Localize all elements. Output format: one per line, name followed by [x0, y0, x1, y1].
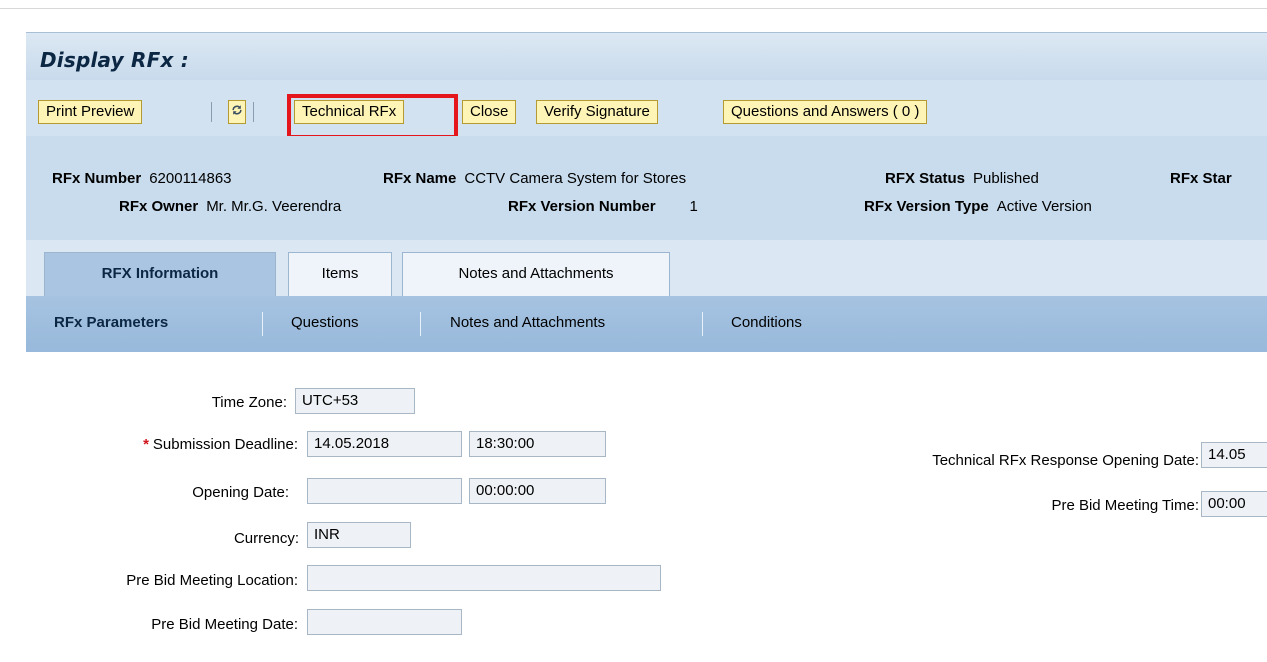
rfx-status: RFX Status Published — [885, 170, 1039, 187]
time-zone-field[interactable]: UTC+53 — [295, 388, 415, 414]
pre-bid-meeting-date-field[interactable] — [307, 609, 462, 635]
pre-bid-meeting-location-label: Pre Bid Meeting Location: — [126, 572, 298, 589]
currency-label: Currency: — [233, 530, 299, 547]
rfx-parameters-form: Time Zone: UTC+53 * Submission Deadline: … — [26, 352, 1267, 662]
pre-bid-meeting-time-label: Pre Bid Meeting Time: — [1051, 497, 1199, 514]
rfx-number-label: RFx Number — [52, 170, 142, 187]
toolbar-separator — [253, 102, 254, 122]
subnav-notes-and-attachments[interactable]: Notes and Attachments — [450, 314, 605, 331]
opening-date-field[interactable] — [307, 478, 462, 504]
subnav-questions[interactable]: Questions — [291, 314, 359, 331]
questions-and-answers-button[interactable]: Questions and Answers ( 0 ) — [723, 100, 928, 124]
rfx-version-type: RFx Version Type Active Version — [864, 198, 1092, 215]
rfx-owner-value: Mr. Mr.G. Veerendra — [206, 198, 342, 215]
rfx-start-label: RFx Star — [1170, 170, 1232, 187]
top-divider — [0, 8, 1267, 9]
submission-deadline-time-field[interactable]: 18:30:00 — [469, 431, 606, 457]
time-zone-label: Time Zone: — [211, 394, 287, 411]
currency-field[interactable]: INR — [307, 522, 411, 548]
rfx-status-label: RFX Status — [885, 170, 966, 187]
rfx-version-number-value: 1 — [689, 198, 698, 215]
rfx-start: RFx Star — [1170, 170, 1240, 187]
rfx-version-type-label: RFx Version Type — [864, 198, 989, 215]
submission-deadline-label: * Submission Deadline: — [26, 436, 298, 453]
rfx-name-label: RFx Name — [383, 170, 457, 187]
subnav-conditions[interactable]: Conditions — [731, 314, 802, 331]
technical-rfx-response-opening-date-field[interactable]: 14.05 — [1201, 442, 1267, 468]
rfx-number-value: 6200114863 — [149, 170, 232, 187]
rfx-header-panel: RFx Number 6200114863 RFx Name CCTV Camera… — [26, 136, 1267, 240]
submission-deadline-label-text: Submission Deadline: — [152, 436, 298, 453]
refresh-icon — [232, 105, 242, 115]
rfx-name: RFx Name CCTV Camera System for Stores — [383, 170, 686, 187]
page-title: Display RFx : — [40, 48, 189, 72]
subnav-separator — [420, 312, 421, 336]
submission-deadline-date-field[interactable]: 14.05.2018 — [307, 431, 462, 457]
refresh-button[interactable] — [228, 100, 246, 124]
pre-bid-meeting-date-label: Pre Bid Meeting Date: — [151, 616, 298, 633]
tab-notes-and-attachments[interactable]: Notes and Attachments — [402, 252, 670, 296]
title-bar: Display RFx : — [26, 32, 1267, 81]
rfx-version-number-label: RFx Version Number — [508, 198, 656, 215]
subnav-separator — [702, 312, 703, 336]
required-marker: * — [143, 436, 149, 453]
subnav-separator — [262, 312, 263, 336]
rfx-name-value: CCTV Camera System for Stores — [464, 170, 687, 187]
tab-rfx-information[interactable]: RFX Information — [44, 252, 276, 296]
pre-bid-meeting-time-field[interactable]: 00:00 — [1201, 491, 1267, 517]
opening-date-label: Opening Date: — [192, 484, 289, 501]
tab-items[interactable]: Items — [288, 252, 392, 296]
subnav-rfx-parameters[interactable]: RFx Parameters — [54, 314, 168, 331]
print-preview-button[interactable]: Print Preview — [38, 100, 143, 124]
rfx-version-number: RFx Version Number 1 — [508, 198, 698, 215]
tab-strip: RFX Information Items Notes and Attachme… — [26, 240, 1267, 296]
rfx-number: RFx Number 6200114863 — [52, 170, 232, 187]
technical-rfx-button[interactable]: Technical RFx — [294, 100, 405, 124]
close-button[interactable]: Close — [462, 100, 517, 124]
toolbar-separator — [211, 102, 212, 122]
rfx-owner: RFx Owner Mr. Mr.G. Veerendra — [119, 198, 341, 215]
rfx-owner-label: RFx Owner — [119, 198, 199, 215]
pre-bid-meeting-location-field[interactable] — [307, 565, 661, 591]
rfx-version-type-value: Active Version — [996, 198, 1092, 215]
sub-navigation: RFx Parameters Questions Notes and Attac… — [26, 296, 1267, 353]
toolbar: Print Preview Technical RFx Close Verify… — [26, 80, 1267, 137]
opening-time-field[interactable]: 00:00:00 — [469, 478, 606, 504]
verify-signature-button[interactable]: Verify Signature — [536, 100, 658, 124]
technical-rfx-response-opening-date-label: Technical RFx Response Opening Date: — [932, 452, 1199, 469]
rfx-status-value: Published — [973, 170, 1039, 187]
